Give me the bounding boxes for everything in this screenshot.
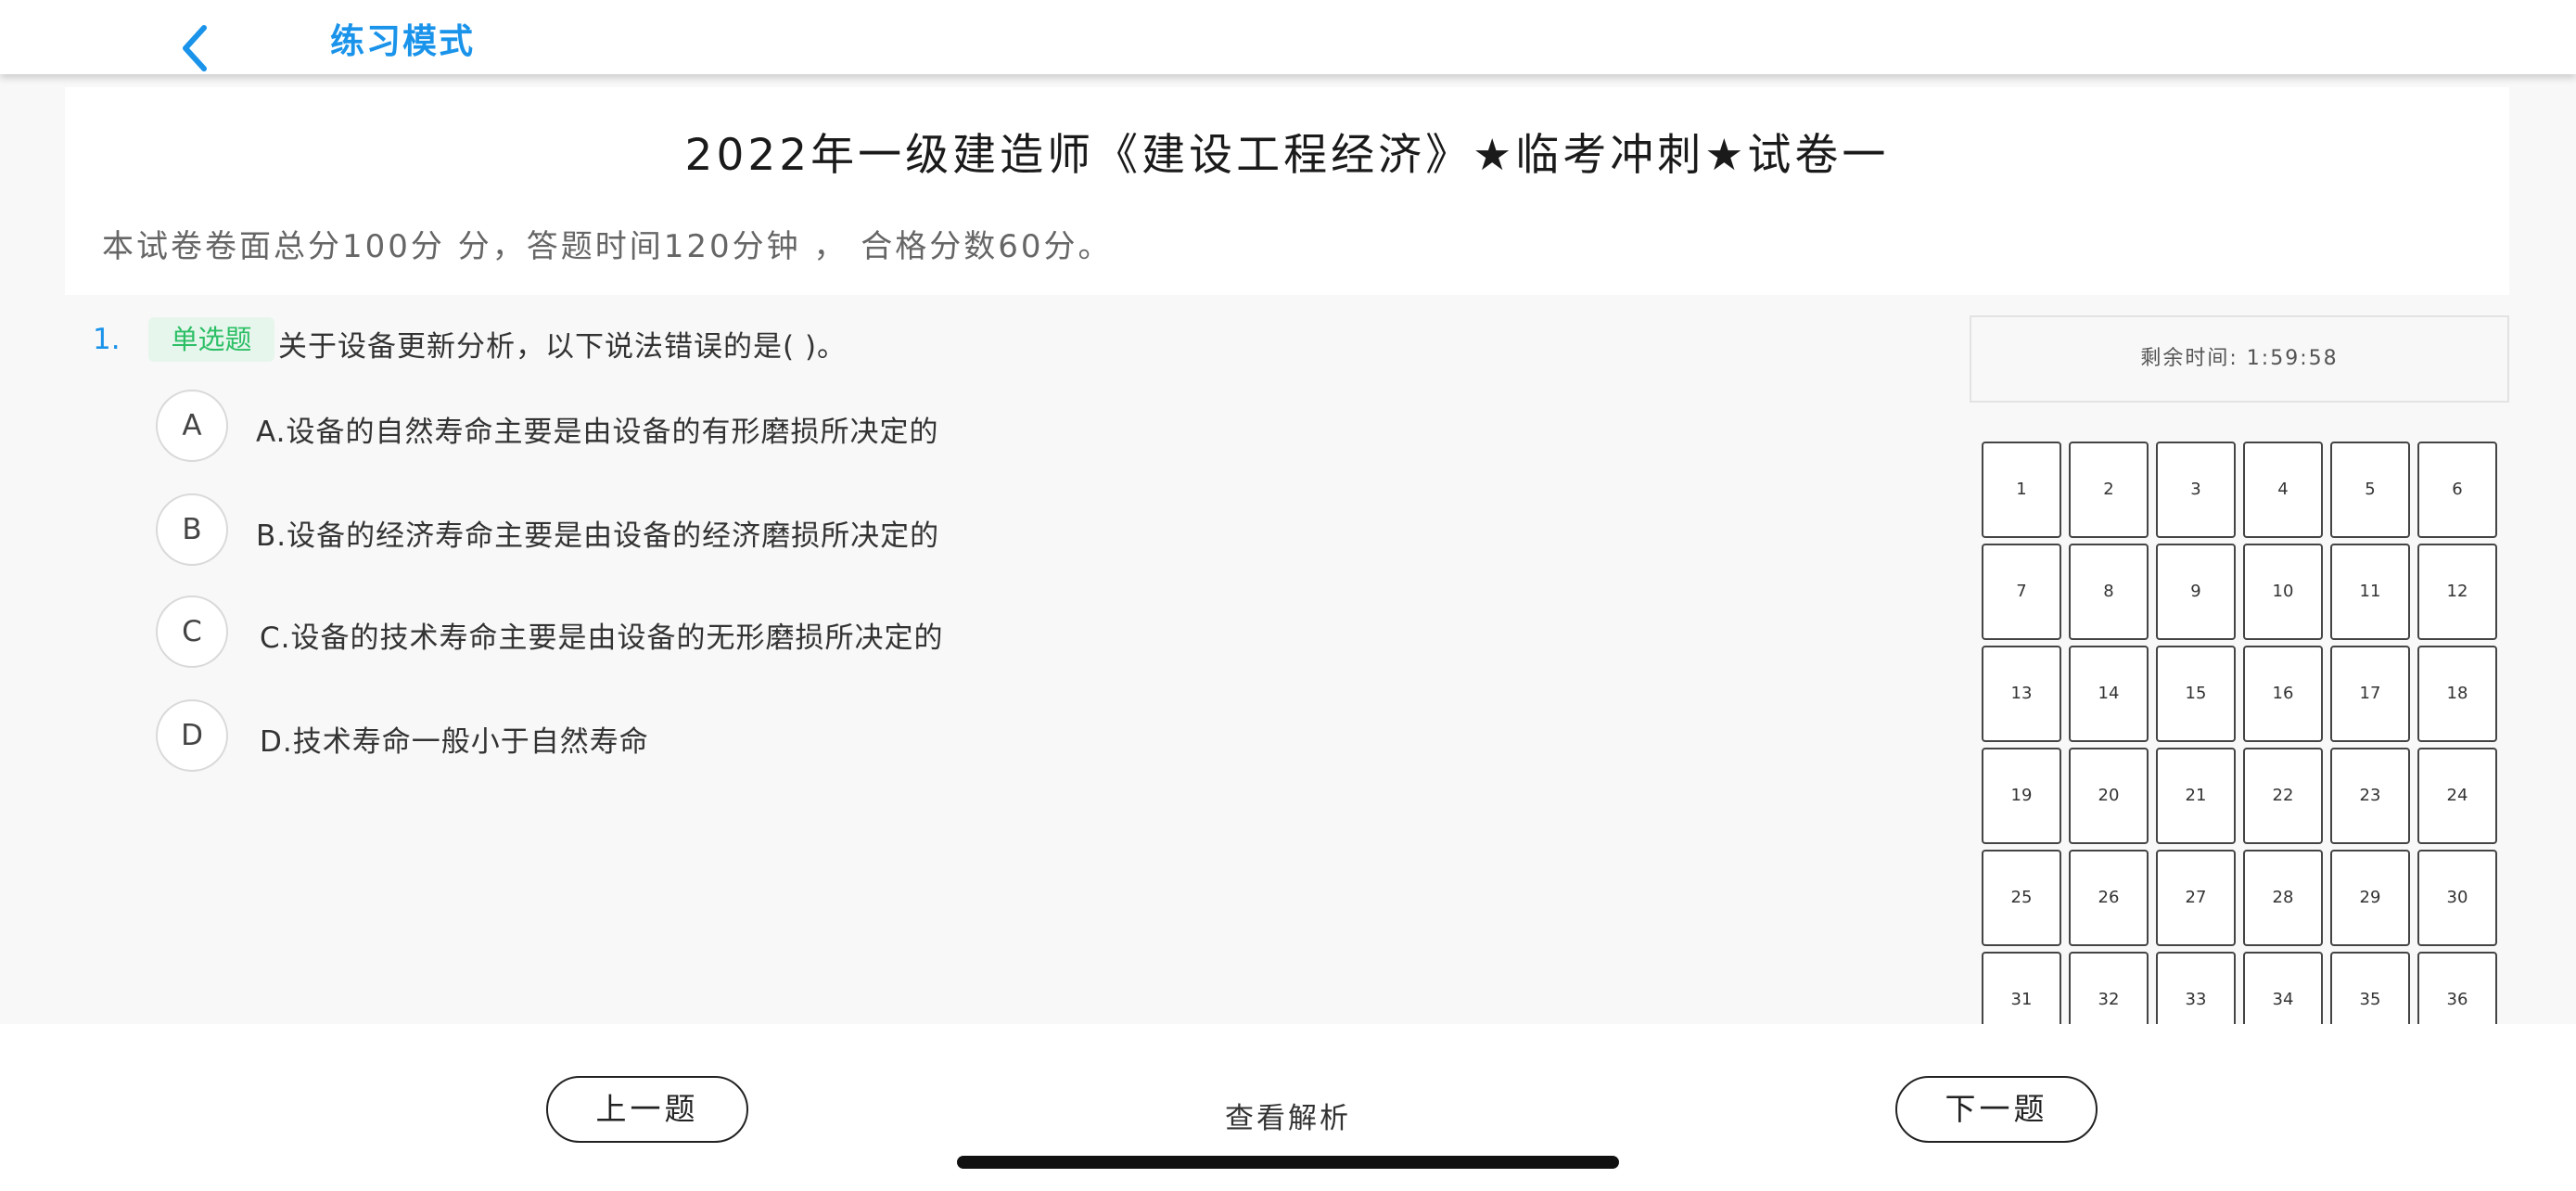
exam-info-card: 2022年一级建造师《建设工程经济》★临考冲刺★试卷一 本试卷卷面总分100分 … [65,87,2509,295]
option-letter-circle: C [156,596,228,668]
answer-card-cell[interactable]: 20 [2069,748,2149,844]
answer-card-cell[interactable]: 7 [1982,544,2061,640]
answer-card-cell[interactable]: 29 [2330,850,2410,946]
exam-title: 2022年一级建造师《建设工程经济》★临考冲刺★试卷一 [684,130,1890,181]
option-d[interactable]: D D.技术寿命一般小于自然寿命 [156,699,1083,772]
page-title: 练习模式 [330,21,475,61]
answer-card-cell[interactable]: 3 [2156,442,2236,538]
view-analysis-button[interactable]: 查看解析 [1195,1095,1381,1135]
answer-card-cell[interactable]: 6 [2417,442,2497,538]
next-question-button[interactable]: 下一题 [1895,1076,2098,1143]
answer-card-cell[interactable]: 36 [2417,952,2497,1024]
option-letter-circle: A [156,390,228,462]
answer-card-cell[interactable]: 14 [2069,646,2149,742]
top-nav-bar: 练习模式 [0,0,2576,74]
answer-card-cell[interactable]: 23 [2330,748,2410,844]
answer-card-cell[interactable]: 32 [2069,952,2149,1024]
answer-card-cell[interactable]: 8 [2069,544,2149,640]
answer-card-cell[interactable]: 12 [2417,544,2497,640]
answer-card-cell[interactable]: 4 [2243,442,2323,538]
answer-card-cell[interactable]: 31 [1982,952,2061,1024]
answer-card-cell[interactable]: 33 [2156,952,2236,1024]
bottom-bar: 上一题 查看解析 下一题 [0,1024,2576,1191]
answer-card-cell[interactable]: 11 [2330,544,2410,640]
option-text: C.设备的技术寿命主要是由设备的无形磨损所决定的 [260,621,944,655]
question-type-badge: 单选题 [148,317,274,362]
option-a[interactable]: A A.设备的自然寿命主要是由设备的有形磨损所决定的 [156,390,1083,462]
prev-question-button[interactable]: 上一题 [546,1076,748,1143]
answer-card-cell[interactable]: 27 [2156,850,2236,946]
question-text: 关于设备更新分析，以下说法错误的是( )。 [278,330,848,364]
exam-description: 本试卷卷面总分100分 分，答题时间120分钟 ， 合格分数60分。 [102,228,1113,265]
answer-card-cell[interactable]: 17 [2330,646,2410,742]
answer-card-cell[interactable]: 28 [2243,850,2323,946]
option-text: D.技术寿命一般小于自然寿命 [260,725,649,759]
answer-card-cell[interactable]: 5 [2330,442,2410,538]
remaining-time: 剩余时间: 1:59:58 [1970,315,2509,403]
answer-card-cell[interactable]: 34 [2243,952,2323,1024]
option-letter-circle: D [156,699,228,772]
option-letter-circle: B [156,493,228,566]
app-root: 练习模式 2022年一级建造师《建设工程经济》★临考冲刺★试卷一 本试卷卷面总分… [0,0,2576,1191]
option-text: A.设备的自然寿命主要是由设备的有形磨损所决定的 [256,416,939,449]
home-indicator [957,1156,1619,1169]
answer-card-cell[interactable]: 30 [2417,850,2497,946]
answer-card-cell[interactable]: 26 [2069,850,2149,946]
answer-card-cell[interactable]: 35 [2330,952,2410,1024]
chevron-left-icon [183,25,207,71]
back-button[interactable] [172,20,219,74]
answer-card-cell[interactable]: 15 [2156,646,2236,742]
answer-card-cell[interactable]: 13 [1982,646,2061,742]
question-number: 1. [93,323,121,356]
option-b[interactable]: B B.设备的经济寿命主要是由设备的经济磨损所决定的 [156,493,1083,566]
answer-card-cell[interactable]: 19 [1982,748,2061,844]
answer-card-cell[interactable]: 18 [2417,646,2497,742]
answer-card-cell[interactable]: 16 [2243,646,2323,742]
option-text: B.设备的经济寿命主要是由设备的经济磨损所决定的 [256,519,940,553]
answer-card-panel[interactable]: 1 2 3 4 5 6 7 8 9 10 11 12 13 14 15 16 17 18 19 20 21 22 23 24 2… [1982,442,2501,1024]
answer-card-cell[interactable]: 2 [2069,442,2149,538]
answer-card-cell[interactable]: 25 [1982,850,2061,946]
answer-card-cell[interactable]: 22 [2243,748,2323,844]
answer-card-cell[interactable]: 24 [2417,748,2497,844]
answer-card-grid: 1 2 3 4 5 6 7 8 9 10 11 12 13 14 15 16 17 18 19 20 21 22 23 24 2… [1982,442,2501,1024]
option-c[interactable]: C C.设备的技术寿命主要是由设备的无形磨损所决定的 [156,596,1083,668]
answer-card-cell[interactable]: 21 [2156,748,2236,844]
answer-card-cell[interactable]: 1 [1982,442,2061,538]
answer-card-cell[interactable]: 9 [2156,544,2236,640]
answer-card-cell[interactable]: 10 [2243,544,2323,640]
